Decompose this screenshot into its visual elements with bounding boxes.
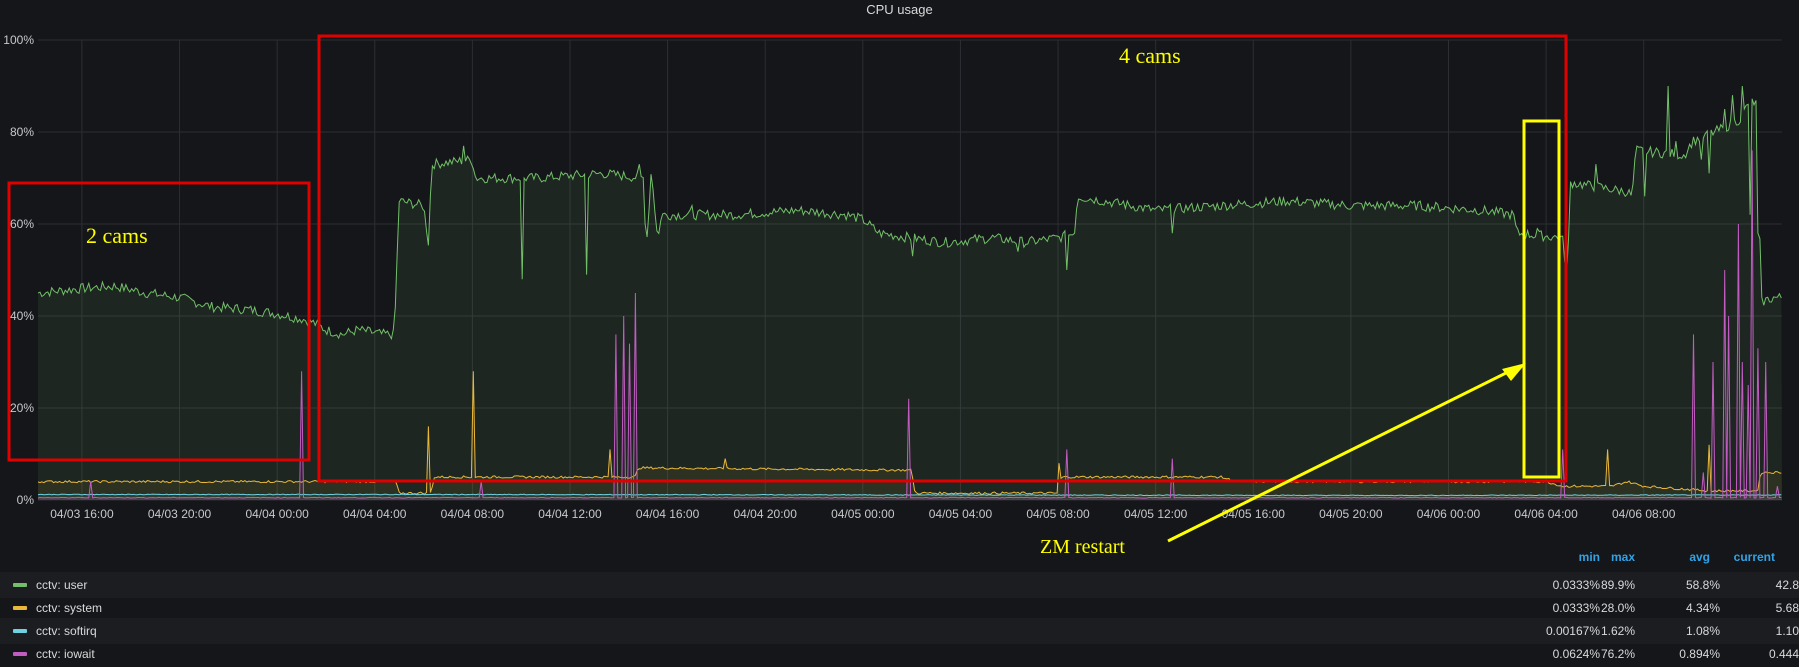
legend-series-name[interactable]: cctv: system <box>36 601 102 615</box>
y-tick-label: 0% <box>17 493 35 507</box>
y-tick-label: 40% <box>10 309 34 323</box>
x-tick-label: 04/04 00:00 <box>245 507 309 521</box>
legend-swatch <box>13 606 27 610</box>
y-tick-label: 20% <box>10 401 34 415</box>
legend-value-min: 0.0333% <box>1552 578 1600 592</box>
legend-value-avg: 58.8% <box>1685 578 1720 592</box>
legend-header-avg[interactable]: avg <box>1640 550 1710 568</box>
legend-series-name[interactable]: cctv: iowait <box>36 647 95 661</box>
legend-value-avg: 0.894% <box>1679 647 1720 661</box>
legend-value-min: 0.0624% <box>1552 647 1600 661</box>
x-axis-labels: 04/03 16:00 04/03 20:00 04/04 00:00 04/04 0… <box>50 507 1676 521</box>
legend-value-max: 89.9% <box>1600 578 1635 592</box>
legend-header-current[interactable]: current <box>1710 550 1775 568</box>
x-tick-label: 04/05 00:00 <box>831 507 895 521</box>
legend-swatch <box>13 583 27 587</box>
legend-value-current: 5.68 <box>1775 601 1799 615</box>
annotation-label-2cams: 2 cams <box>86 223 148 248</box>
x-tick-label: 04/06 00:00 <box>1417 507 1481 521</box>
y-tick-label: 80% <box>10 125 34 139</box>
x-tick-label: 04/05 04:00 <box>929 507 993 521</box>
legend-header-max[interactable]: max <box>1600 550 1635 568</box>
series-area-fill <box>38 86 1782 500</box>
y-tick-label: 60% <box>10 217 34 231</box>
legend-value-min: 0.00167% <box>1545 624 1600 638</box>
y-tick-label: 100% <box>3 33 34 47</box>
legend-value-max: 28.0% <box>1600 601 1635 615</box>
x-tick-label: 04/04 16:00 <box>636 507 700 521</box>
legend-value-current: 0.444 <box>1768 647 1799 661</box>
legend-row[interactable]: cctv: iowait 0.0624% 76.2% 0.894% 0.444 <box>0 641 1799 667</box>
legend-value-current: 1.10 <box>1775 624 1799 638</box>
x-tick-label: 04/06 08:00 <box>1612 507 1676 521</box>
legend-swatch <box>13 629 27 633</box>
legend-swatch <box>13 652 27 656</box>
x-tick-label: 04/03 16:00 <box>50 507 114 521</box>
legend-value-current: 42.8 <box>1775 578 1799 592</box>
annotation-label-zm-restart: ZM restart <box>1040 536 1125 558</box>
legend-value-max: 1.62% <box>1600 624 1635 638</box>
legend-series-name[interactable]: cctv: softirq <box>36 624 97 638</box>
x-tick-label: 04/04 08:00 <box>441 507 505 521</box>
legend-value-max: 76.2% <box>1600 647 1635 661</box>
annotation-label-4cams: 4 cams <box>1119 43 1181 68</box>
chart-plot: 0% 20% 40% 60% 80% 100% 04/03 16:00 04/03 20:0… <box>3 33 1782 543</box>
legend-header-min[interactable]: min <box>1550 550 1600 568</box>
x-tick-label: 04/04 12:00 <box>538 507 602 521</box>
x-tick-label: 04/03 20:00 <box>148 507 212 521</box>
legend-value-min: 0.0333% <box>1552 601 1600 615</box>
legend-value-avg: 1.08% <box>1685 624 1720 638</box>
legend-value-avg: 4.34% <box>1685 601 1720 615</box>
x-tick-label: 04/06 04:00 <box>1514 507 1578 521</box>
series-areas <box>37 85 1782 500</box>
legend-series-name[interactable]: cctv: user <box>36 578 87 592</box>
x-tick-label: 04/05 20:00 <box>1319 507 1383 521</box>
x-tick-label: 04/04 20:00 <box>734 507 798 521</box>
x-tick-label: 04/04 04:00 <box>343 507 407 521</box>
x-tick-label: 04/05 08:00 <box>1026 507 1090 521</box>
x-tick-label: 04/05 12:00 <box>1124 507 1188 521</box>
